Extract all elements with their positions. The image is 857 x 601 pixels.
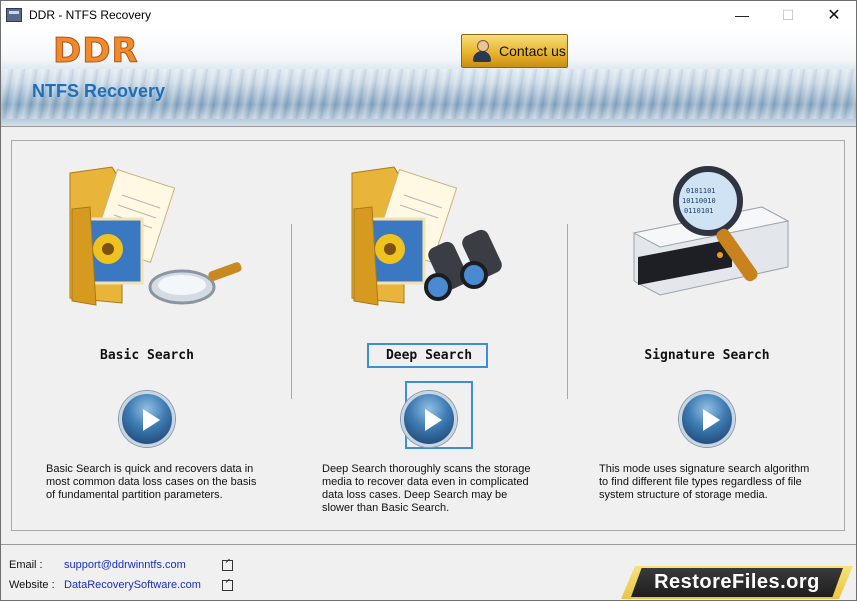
brand-banner[interactable]: RestoreFiles.org <box>621 566 853 599</box>
deep-search-description: Deep Search thoroughly scans the storage… <box>322 463 531 514</box>
folder-binoculars-icon <box>351 166 502 306</box>
header-divider <box>1 126 856 127</box>
contact-us-button[interactable]: Contact us <box>461 34 568 68</box>
svg-text:10110010: 10110010 <box>682 197 716 205</box>
deep-search-play-button[interactable] <box>401 391 457 447</box>
website-label: Website : <box>9 579 55 591</box>
separator <box>291 224 292 399</box>
window-title: DDR - NTFS Recovery <box>29 8 152 22</box>
footer-divider <box>1 544 856 545</box>
folder-magnifier-icon <box>69 166 242 306</box>
external-link-icon[interactable] <box>222 560 233 571</box>
signature-search-title: Signature Search <box>644 348 770 363</box>
app-icon <box>6 8 22 22</box>
basic-search-title: Basic Search <box>100 348 194 363</box>
contact-us-label: Contact us <box>499 43 566 59</box>
title-bar: DDR - NTFS Recovery — ☐ ✕ <box>1 1 856 29</box>
external-link-icon[interactable] <box>222 580 233 591</box>
signature-search-option: 0101101 10110010 0110101 Signature Searc… <box>572 141 842 530</box>
drive-magnifier-icon: 0101101 10110010 0110101 <box>632 166 790 296</box>
deep-search-title: Deep Search <box>385 348 473 363</box>
signature-search-description: This mode uses signature search algorith… <box>599 463 810 501</box>
svg-text:0101101: 0101101 <box>686 187 716 195</box>
brand-text: RestoreFiles.org <box>654 571 820 593</box>
deep-search-option: Deep Search Deep Search thoroughly scans… <box>294 141 564 530</box>
svg-text:0110101: 0110101 <box>684 207 714 215</box>
header-banner: DDR NTFS Recovery Contact us <box>1 29 856 126</box>
product-name: NTFS Recovery <box>32 81 166 101</box>
logo: DDR <box>53 31 139 72</box>
basic-search-option: Basic Search Basic Search is quick and r… <box>12 141 282 530</box>
website-link[interactable]: DataRecoverySoftware.com <box>64 579 201 591</box>
person-icon <box>471 39 493 63</box>
close-button[interactable]: ✕ <box>811 1 856 29</box>
separator <box>567 224 568 399</box>
email-label: Email : <box>9 559 43 571</box>
email-link[interactable]: support@ddrwinntfs.com <box>64 559 186 571</box>
search-options-panel: Basic Search Basic Search is quick and r… <box>11 140 845 531</box>
basic-search-play-button[interactable] <box>119 391 175 447</box>
signature-search-play-button[interactable] <box>679 391 735 447</box>
app-window: DDR - NTFS Recovery — ☐ ✕ DDR NTFS Recov… <box>0 0 857 601</box>
maximize-button[interactable]: ☐ <box>765 1 811 29</box>
minimize-button[interactable]: — <box>719 1 765 29</box>
basic-search-description: Basic Search is quick and recovers data … <box>46 463 257 501</box>
